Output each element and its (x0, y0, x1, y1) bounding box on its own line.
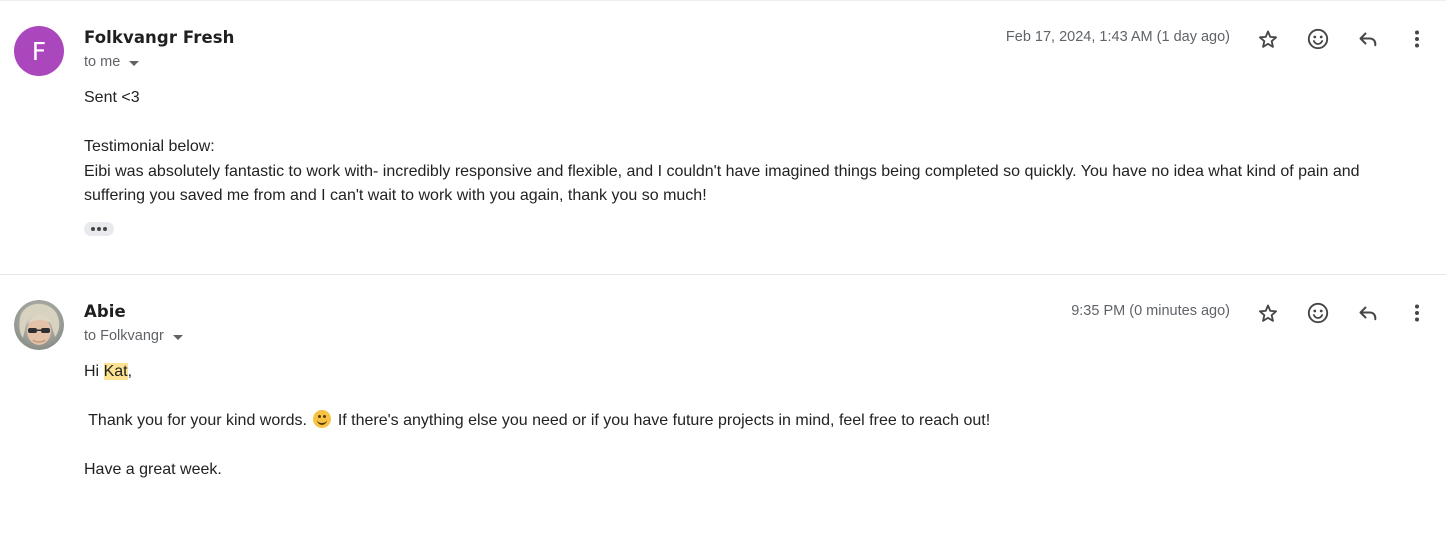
smiling-face-emoji-icon (313, 410, 332, 428)
recipient-label: to me (84, 54, 121, 70)
sender-name[interactable]: Abie (84, 302, 126, 321)
message-body: Hi Kat, Thank you for your kind words. I… (84, 360, 1424, 483)
emoji-reaction-icon (1307, 28, 1329, 50)
more-options-button[interactable] (1397, 293, 1437, 333)
reply-button[interactable] (1348, 293, 1388, 333)
body-line: Eibi was absolutely fantastic to work wi… (84, 162, 1360, 180)
caret-down-icon (129, 60, 140, 66)
thanks-start: Thank you for your kind words. (84, 412, 307, 429)
greeting-suffix: , (127, 363, 133, 380)
reply-icon (1359, 306, 1377, 321)
thanks-line: Thank you for your kind words. If there'… (84, 409, 1424, 434)
closing-line: Have a great week. (84, 461, 222, 478)
reply-icon (1359, 32, 1377, 47)
recipient-details-toggle[interactable]: to Folkvangr (84, 328, 183, 344)
message-actions (1248, 19, 1438, 59)
avatar-letter: F (31, 36, 47, 66)
message-timestamp: Feb 17, 2024, 1:43 AM (1 day ago) (1005, 29, 1230, 45)
star-icon (1259, 30, 1277, 48)
star-button[interactable] (1248, 293, 1288, 333)
body-line: Sent <3 (84, 89, 140, 106)
sender-name[interactable]: Folkvangr Fresh (84, 28, 235, 47)
more-vert-icon (1415, 304, 1419, 322)
email-message: F Folkvangr Fresh to me Feb 17, 2024, 1:… (0, 0, 1446, 275)
message-body: Sent <3 Testimonial below: Eibi was abso… (84, 86, 1424, 209)
body-line: suffering you saved me from and I can't … (84, 187, 707, 204)
dot-icon (90, 227, 95, 231)
recipient-details-toggle[interactable]: to me (84, 54, 140, 70)
sender-avatar[interactable] (14, 300, 64, 350)
greeting-line: Hi Kat, (84, 360, 1424, 385)
show-trimmed-content-button[interactable] (84, 222, 114, 236)
star-icon (1259, 304, 1277, 322)
more-options-button[interactable] (1397, 19, 1437, 59)
profile-photo-icon (14, 300, 64, 350)
email-message: Abie to Folkvangr 9:35 PM (0 minutes ago… (0, 275, 1446, 541)
sender-avatar[interactable]: F (14, 26, 64, 76)
add-reaction-button[interactable] (1298, 293, 1338, 333)
dot-icon (103, 227, 108, 231)
message-timestamp: 9:35 PM (0 minutes ago) (1071, 303, 1230, 319)
thanks-end: If there's anything else you need or if … (333, 412, 991, 429)
greeting-prefix: Hi (84, 363, 104, 380)
reply-button[interactable] (1348, 19, 1388, 59)
emoji-reaction-icon (1307, 302, 1329, 324)
body-line: Testimonial below: (84, 138, 215, 155)
recipient-label: to Folkvangr (84, 328, 164, 344)
dot-icon (97, 227, 101, 231)
add-reaction-button[interactable] (1298, 19, 1338, 59)
highlighted-name: Kat (103, 363, 128, 380)
message-actions (1248, 293, 1438, 333)
star-button[interactable] (1248, 19, 1288, 59)
caret-down-icon (172, 334, 183, 340)
more-vert-icon (1415, 30, 1419, 48)
